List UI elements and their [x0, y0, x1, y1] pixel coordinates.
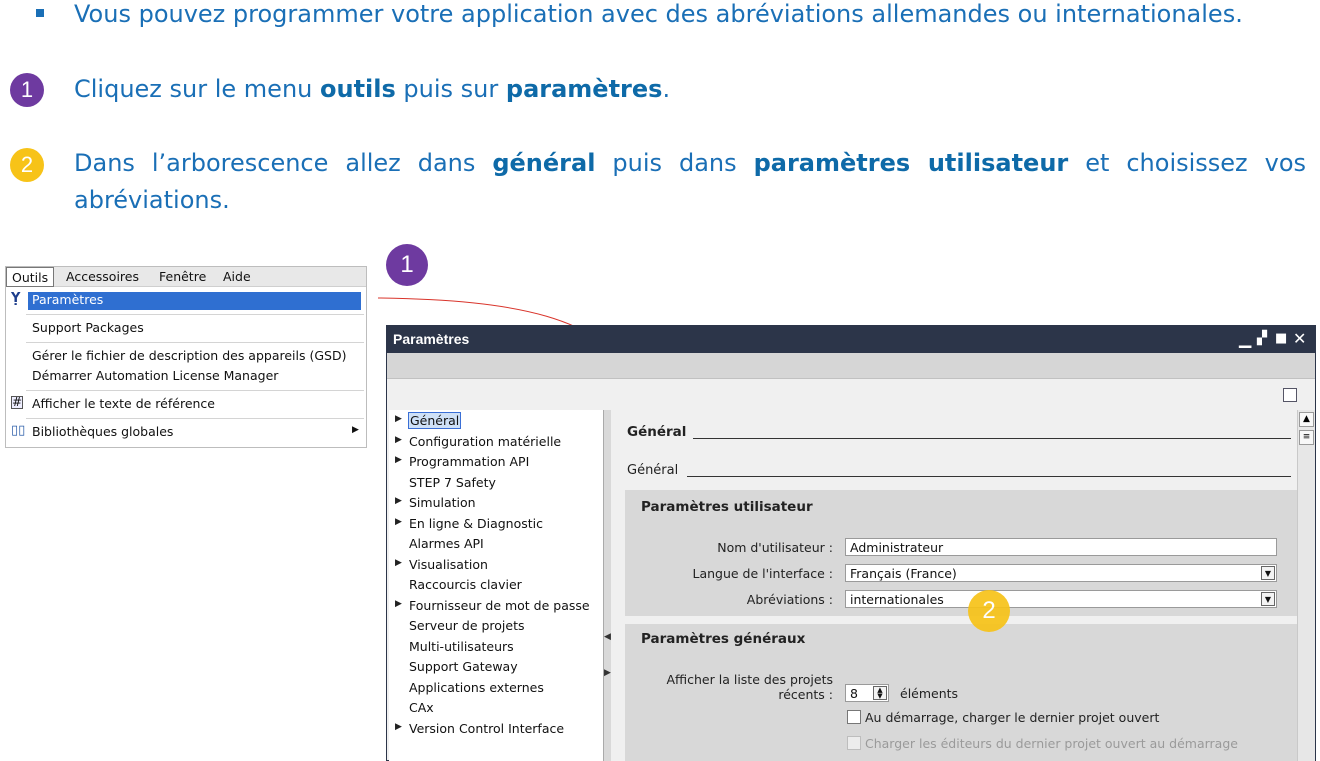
- chevron-down-icon[interactable]: ▼: [1261, 592, 1275, 606]
- tree-item-version-control-interface[interactable]: Version Control Interface: [409, 721, 564, 736]
- minimize-icon[interactable]: ▁: [1239, 329, 1251, 348]
- tree-item-visualisation[interactable]: Visualisation: [409, 557, 488, 572]
- maximize-icon[interactable]: ■: [1275, 331, 1287, 346]
- header-rule: [693, 438, 1291, 439]
- settings-tree: ▶ Général ▶ Configuration matérielle ▶ P…: [389, 410, 603, 761]
- tree-item-en-ligne-diagnostic[interactable]: En ligne & Diagnostic: [409, 516, 543, 531]
- restore-icon[interactable]: ▞: [1257, 331, 1267, 346]
- username-field[interactable]: Administrateur: [845, 538, 1277, 556]
- language-label: Langue de l'interface :: [692, 566, 833, 581]
- stepper-arrows-icon[interactable]: ▲ ▼: [873, 686, 887, 700]
- tree-item-configuration-materielle[interactable]: Configuration matérielle: [409, 434, 561, 449]
- tree-item-raccourcis-clavier[interactable]: Raccourcis clavier: [409, 577, 522, 592]
- tree-item-support-gateway[interactable]: Support Gateway: [409, 659, 518, 674]
- tree-item-simulation[interactable]: Simulation: [409, 495, 476, 510]
- scroll-thumb[interactable]: ≡: [1299, 430, 1314, 445]
- tree-item-multi-utilisateurs[interactable]: Multi-utilisateurs: [409, 639, 514, 654]
- settings-window: Paramètres ▁ ▞ ■ ✕ ▶ Général ▶ Configura…: [386, 325, 1316, 761]
- settings-content: Général Général Paramètres utilisateur N…: [611, 410, 1297, 761]
- expand-arrow-icon[interactable]: ▶: [395, 517, 402, 527]
- recent-projects-unit: éléments: [900, 686, 959, 701]
- tree-item-applications-externes[interactable]: Applications externes: [409, 680, 544, 695]
- settings-view-icon[interactable]: [1283, 388, 1297, 402]
- general-settings-title: Paramètres généraux: [641, 631, 806, 647]
- expand-arrow-icon[interactable]: ▶: [395, 435, 402, 445]
- expand-arrow-icon[interactable]: ▶: [395, 599, 402, 609]
- expand-arrow-icon[interactable]: ▶: [395, 414, 402, 424]
- callout-2-badge: 2: [968, 590, 1010, 632]
- load-editors-checkbox: [847, 736, 861, 750]
- content-subheader: Général: [627, 463, 679, 478]
- user-settings-title: Paramètres utilisateur: [641, 499, 813, 515]
- tree-item-cax[interactable]: CAx: [409, 700, 434, 715]
- content-scrollbar[interactable]: ▲ ≡: [1297, 410, 1315, 761]
- window-toolbar: [387, 353, 1315, 379]
- collapse-arrow-icon[interactable]: ◀: [604, 632, 611, 642]
- tree-item-serveur-de-projets[interactable]: Serveur de projets: [409, 618, 525, 633]
- window-titlebar: Paramètres ▁ ▞ ■ ✕: [387, 326, 1315, 353]
- close-icon[interactable]: ✕: [1293, 329, 1306, 348]
- expand-arrow-icon[interactable]: ▶: [395, 455, 402, 465]
- content-header: Général: [627, 424, 687, 440]
- tree-item-alarmes-api[interactable]: Alarmes API: [409, 536, 484, 551]
- abbreviations-value: internationales: [850, 592, 944, 607]
- chevron-down-icon[interactable]: ▼: [1261, 566, 1275, 580]
- username-label: Nom d'utilisateur :: [717, 540, 833, 555]
- tree-item-general[interactable]: Général: [407, 412, 462, 429]
- tree-splitter[interactable]: ◀ ▶: [603, 410, 611, 761]
- scroll-up-icon[interactable]: ▲: [1299, 412, 1314, 427]
- recent-projects-label: Afficher la liste des projets: [666, 672, 834, 687]
- abbreviations-dropdown[interactable]: internationales ▼: [845, 590, 1277, 608]
- tree-item-fournisseur-mot-de-passe[interactable]: Fournisseur de mot de passe: [409, 598, 590, 613]
- load-last-project-label: Au démarrage, charger le dernier projet …: [865, 710, 1160, 725]
- general-settings-panel: Paramètres généraux Afficher la liste de…: [625, 624, 1297, 761]
- expand-arrow-icon[interactable]: ▶: [395, 558, 402, 568]
- expand-arrow-icon[interactable]: ▶: [395, 722, 402, 732]
- expand-arrow-icon[interactable]: ▶: [395, 496, 402, 506]
- recent-projects-label-cont: récents :: [778, 687, 833, 702]
- window-title: Paramètres: [393, 331, 470, 347]
- recent-projects-value: 8: [850, 686, 858, 701]
- recent-projects-stepper[interactable]: 8 ▲ ▼: [845, 684, 889, 702]
- abbreviations-label: Abréviations :: [746, 592, 833, 607]
- expand-arrow-icon[interactable]: ▶: [604, 668, 611, 678]
- load-last-project-checkbox[interactable]: [847, 710, 861, 724]
- tree-item-programmation-api[interactable]: Programmation API: [409, 454, 529, 469]
- user-settings-panel: Paramètres utilisateur Nom d'utilisateur…: [625, 490, 1297, 616]
- language-value: Français (France): [850, 566, 957, 581]
- load-editors-label: Charger les éditeurs du dernier projet o…: [865, 736, 1238, 751]
- subheader-rule: [687, 476, 1291, 477]
- tree-item-step7-safety[interactable]: STEP 7 Safety: [409, 475, 496, 490]
- language-dropdown[interactable]: Français (France) ▼: [845, 564, 1277, 582]
